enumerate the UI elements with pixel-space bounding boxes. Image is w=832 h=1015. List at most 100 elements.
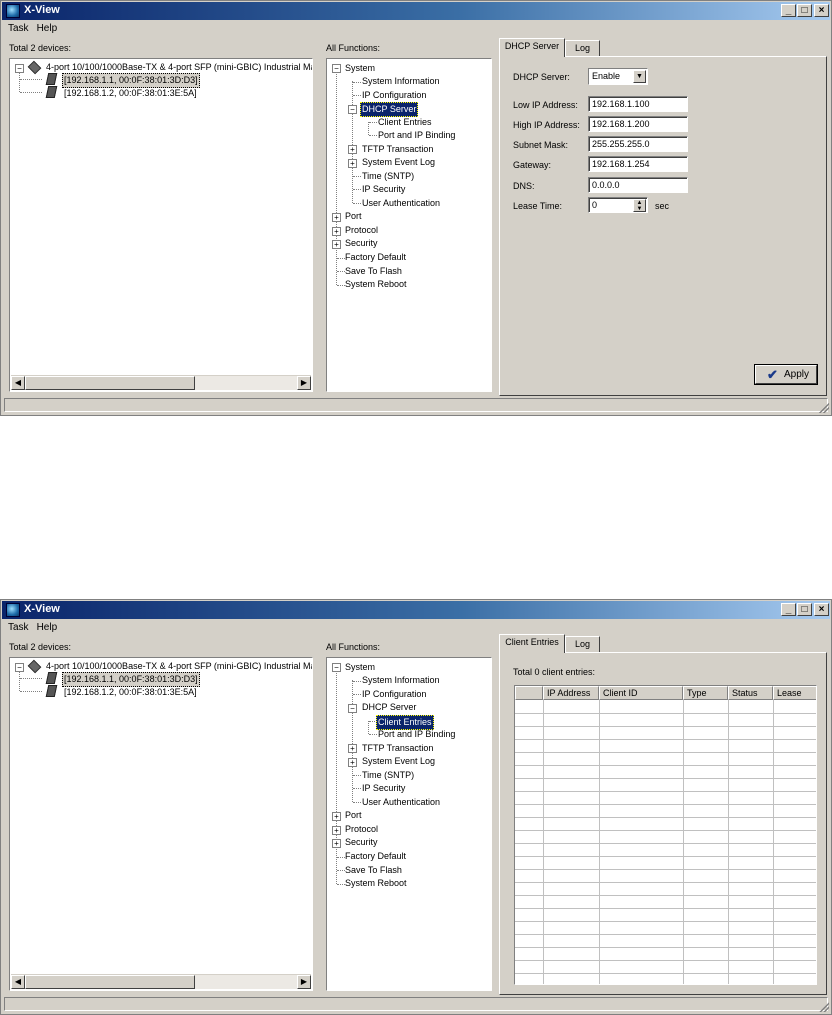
expand-icon[interactable]: + xyxy=(332,839,341,848)
scroll-left-icon[interactable]: ◀ xyxy=(11,376,25,390)
low-ip-field[interactable]: 192.168.1.100 xyxy=(588,96,688,112)
tree-protocol[interactable]: Protocol xyxy=(345,224,378,237)
minimize-button[interactable]: _ xyxy=(781,603,796,616)
tree-system-event-log[interactable]: System Event Log xyxy=(362,755,435,768)
tree-time-sntp[interactable]: Time (SNTP) xyxy=(362,170,414,183)
tree-user-authentication[interactable]: User Authentication xyxy=(362,197,440,210)
tree-system-reboot[interactable]: System Reboot xyxy=(345,278,407,291)
dns-field[interactable]: 0.0.0.0 xyxy=(588,177,688,193)
expand-icon[interactable]: + xyxy=(348,145,357,154)
tree-system-reboot[interactable]: System Reboot xyxy=(345,877,407,890)
expand-icon[interactable]: + xyxy=(332,227,341,236)
expand-icon[interactable]: + xyxy=(332,213,341,222)
tree-tftp-transaction[interactable]: TFTP Transaction xyxy=(362,742,433,755)
tree-tftp-transaction[interactable]: TFTP Transaction xyxy=(362,143,433,156)
tab-log[interactable]: Log xyxy=(565,636,600,653)
device-item-2[interactable]: [192.168.1.2, 00:0F:38:01:3E:5A] xyxy=(64,686,197,699)
tree-system-information[interactable]: System Information xyxy=(362,75,440,88)
subnet-mask-field[interactable]: 255.255.255.0 xyxy=(588,136,688,152)
menu-task[interactable]: Task xyxy=(8,620,29,635)
tab-dhcp-server[interactable]: DHCP Server xyxy=(499,38,565,57)
grid-row-line xyxy=(515,752,816,753)
tree-ip-configuration[interactable]: IP Configuration xyxy=(362,89,426,102)
tree-client-entries[interactable]: Client Entries xyxy=(378,116,432,129)
scroll-right-icon[interactable]: ▶ xyxy=(297,376,311,390)
menu-help[interactable]: Help xyxy=(37,21,58,36)
tree-ip-security[interactable]: IP Security xyxy=(362,782,405,795)
tree-ip-security[interactable]: IP Security xyxy=(362,183,405,196)
expand-icon[interactable]: + xyxy=(348,744,357,753)
maximize-button[interactable]: □ xyxy=(797,603,812,616)
scroll-thumb[interactable] xyxy=(25,376,195,390)
resize-grip-icon[interactable] xyxy=(819,403,829,413)
column-header-client-id[interactable]: Client ID xyxy=(599,686,683,700)
column-header-lease[interactable]: Lease xyxy=(773,686,816,700)
collapse-icon[interactable]: − xyxy=(348,704,357,713)
tab-log[interactable]: Log xyxy=(565,40,600,57)
menu-help[interactable]: Help xyxy=(37,620,58,635)
tree-time-sntp[interactable]: Time (SNTP) xyxy=(362,769,414,782)
scroll-left-icon[interactable]: ◀ xyxy=(11,975,25,989)
tab-client-entries[interactable]: Client Entries xyxy=(499,634,565,653)
column-header-index[interactable] xyxy=(515,686,543,700)
dhcp-server-tabsheet: DHCP Server: Enable ▼ Low IP Address: 19… xyxy=(499,56,827,396)
expand-icon[interactable]: + xyxy=(332,826,341,835)
resize-grip-icon[interactable] xyxy=(819,1002,829,1012)
dropdown-arrow-icon[interactable]: ▼ xyxy=(633,70,646,83)
tree-security[interactable]: Security xyxy=(345,836,378,849)
maximize-button[interactable]: □ xyxy=(797,4,812,17)
collapse-icon[interactable]: − xyxy=(332,663,341,672)
scroll-thumb[interactable] xyxy=(25,975,195,989)
expand-icon[interactable]: + xyxy=(348,758,357,767)
tree-system-event-log[interactable]: System Event Log xyxy=(362,156,435,169)
tree-system[interactable]: System xyxy=(345,661,375,674)
tree-port[interactable]: Port xyxy=(345,210,362,223)
apply-button[interactable]: ✔ Apply xyxy=(755,365,817,384)
dhcp-server-select[interactable]: Enable ▼ xyxy=(588,68,648,85)
horizontal-scrollbar[interactable]: ◀ ▶ xyxy=(11,974,311,989)
tree-save-to-flash[interactable]: Save To Flash xyxy=(345,864,402,877)
collapse-icon[interactable]: − xyxy=(348,105,357,114)
horizontal-scrollbar[interactable]: ◀ ▶ xyxy=(11,375,311,390)
tree-system-information[interactable]: System Information xyxy=(362,674,440,687)
spinner-arrows-icon[interactable]: ▲ ▼ xyxy=(633,199,646,212)
tree-security[interactable]: Security xyxy=(345,237,378,250)
client-entries-table[interactable]: IP Address Client ID Type Status Lease xyxy=(514,685,817,985)
collapse-icon[interactable]: − xyxy=(332,64,341,73)
collapse-icon[interactable]: − xyxy=(15,663,24,672)
tree-dhcp-server[interactable]: DHCP Server xyxy=(362,701,416,714)
column-header-ip-address[interactable]: IP Address xyxy=(543,686,599,700)
lease-time-stepper[interactable]: 0 ▲ ▼ xyxy=(588,197,648,213)
tree-ip-configuration[interactable]: IP Configuration xyxy=(362,688,426,701)
tree-user-authentication[interactable]: User Authentication xyxy=(362,796,440,809)
expand-icon[interactable]: + xyxy=(332,240,341,249)
menu-task[interactable]: Task xyxy=(8,21,29,36)
column-header-status[interactable]: Status xyxy=(728,686,773,700)
scroll-right-icon[interactable]: ▶ xyxy=(297,975,311,989)
window-title: X-View xyxy=(24,4,60,16)
tree-system[interactable]: System xyxy=(345,62,375,75)
title-bar[interactable]: X-View _ □ × xyxy=(2,601,830,619)
column-header-type[interactable]: Type xyxy=(683,686,728,700)
expand-icon[interactable]: + xyxy=(348,159,357,168)
tree-factory-default[interactable]: Factory Default xyxy=(345,251,406,264)
device-item-2[interactable]: [192.168.1.2, 00:0F:38:01:3E:5A] xyxy=(64,87,197,100)
high-ip-field[interactable]: 192.168.1.200 xyxy=(588,116,688,132)
device-item-1[interactable]: [192.168.1.1, 00:0F:38:01:3D:D3] xyxy=(62,73,200,88)
tree-dhcp-server[interactable]: DHCP Server xyxy=(360,102,419,117)
device-item-1[interactable]: [192.168.1.1, 00:0F:38:01:3D:D3] xyxy=(62,672,200,687)
close-button[interactable]: × xyxy=(814,603,829,616)
tree-port-ip-binding[interactable]: Port and IP Binding xyxy=(378,728,455,741)
collapse-icon[interactable]: − xyxy=(15,64,24,73)
tree-protocol[interactable]: Protocol xyxy=(345,823,378,836)
tree-save-to-flash[interactable]: Save To Flash xyxy=(345,265,402,278)
minimize-button[interactable]: _ xyxy=(781,4,796,17)
close-button[interactable]: × xyxy=(814,4,829,17)
tree-port[interactable]: Port xyxy=(345,809,362,822)
low-ip-label: Low IP Address: xyxy=(513,100,578,110)
title-bar[interactable]: X-View _ □ × xyxy=(2,2,830,20)
gateway-field[interactable]: 192.168.1.254 xyxy=(588,156,688,172)
tree-port-ip-binding[interactable]: Port and IP Binding xyxy=(378,129,455,142)
tree-factory-default[interactable]: Factory Default xyxy=(345,850,406,863)
expand-icon[interactable]: + xyxy=(332,812,341,821)
